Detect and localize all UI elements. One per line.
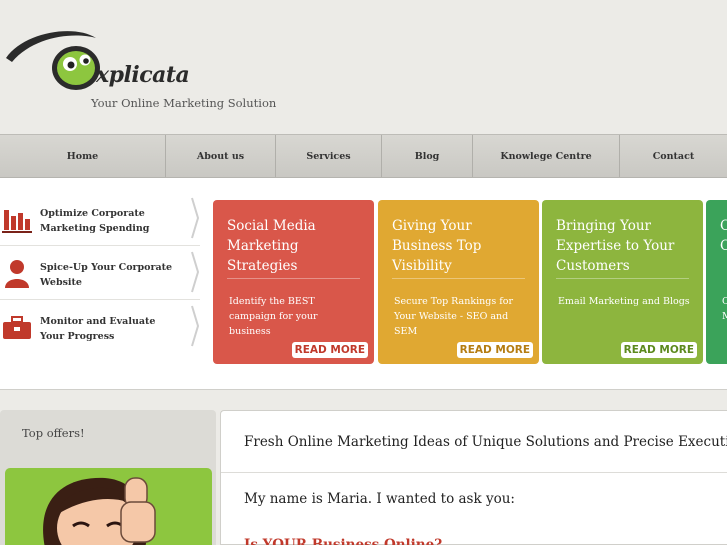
bar-chart-icon: [2, 210, 32, 233]
side-item-label: Optimize Corporate Marketing Spending: [40, 208, 150, 234]
top-offers-panel: Top offers!: [0, 410, 216, 545]
nav-item-knowledge-centre[interactable]: Knowlege Centre: [473, 135, 620, 177]
nav-item-home[interactable]: Home: [0, 135, 166, 177]
intro-text: My name is Maria. I wanted to ask you:: [244, 491, 515, 507]
main-content: Fresh Online Marketing Ideas of Unique S…: [220, 410, 727, 545]
nav-item-contact[interactable]: Contact: [620, 135, 727, 177]
card-social-media[interactable]: Social Media Marketing Strategies Identi…: [213, 200, 374, 364]
card-expertise[interactable]: Bringing Your Expertise to Your Customer…: [542, 200, 703, 364]
card-description: Secure Top Rankings for Your Website - S…: [394, 296, 513, 337]
side-item-website[interactable]: Spice-Up Your Corporate Website: [0, 246, 200, 300]
offer-image[interactable]: [5, 468, 212, 545]
card-title: Giving Your Business Top Visibility: [392, 218, 482, 274]
card-visibility[interactable]: Giving Your Business Top Visibility Secu…: [378, 200, 539, 364]
content-header: Fresh Online Marketing Ideas of Unique S…: [221, 411, 727, 473]
nav-item-services[interactable]: Services: [276, 135, 382, 177]
divider: [556, 278, 689, 279]
card-description: C M: [722, 296, 727, 322]
chevron-right-icon: [191, 251, 200, 293]
card-title: C C: [720, 218, 727, 254]
question-heading: Is YOUR Business Online?: [244, 537, 443, 545]
card-partial[interactable]: C C C M: [706, 200, 727, 364]
chevron-right-icon: [191, 305, 200, 347]
logo-text[interactable]: xplicata: [96, 62, 190, 88]
read-more-button[interactable]: READ MORE: [456, 342, 533, 358]
top-offers-title: Top offers!: [22, 426, 85, 440]
site-header: xplicata Your Online Marketing Solution: [0, 0, 727, 134]
briefcase-icon: [3, 316, 31, 339]
side-item-label: Spice-Up Your Corporate Website: [40, 262, 173, 288]
card-description: Identify the BEST campaign for your busi…: [229, 296, 318, 337]
person-icon: [5, 260, 29, 288]
divider: [392, 278, 525, 279]
mascot-illustration: [43, 477, 156, 545]
side-list: Optimize Corporate Marketing Spending Sp…: [0, 192, 200, 354]
feature-strip: Optimize Corporate Marketing Spending Sp…: [0, 178, 727, 390]
side-item-optimize[interactable]: Optimize Corporate Marketing Spending: [0, 192, 200, 246]
page-title: Fresh Online Marketing Ideas of Unique S…: [244, 434, 727, 450]
read-more-button[interactable]: READ MORE: [620, 342, 697, 358]
side-item-monitor[interactable]: Monitor and Evaluate Your Progress: [0, 300, 200, 354]
card-description: Email Marketing and Blogs: [558, 296, 690, 307]
nav-item-about[interactable]: About us: [166, 135, 276, 177]
logo-mark-icon[interactable]: [4, 28, 100, 92]
tagline: Your Online Marketing Solution: [91, 96, 277, 110]
nav-item-blog[interactable]: Blog: [382, 135, 473, 177]
side-item-label: Monitor and Evaluate Your Progress: [40, 316, 156, 342]
divider: [227, 278, 360, 279]
main-nav: Home About us Services Blog Knowlege Cen…: [0, 134, 727, 178]
read-more-button[interactable]: READ MORE: [291, 342, 368, 358]
card-title: Bringing Your Expertise to Your Customer…: [556, 218, 675, 274]
chevron-right-icon: [191, 197, 200, 239]
card-title: Social Media Marketing Strategies: [227, 218, 316, 274]
